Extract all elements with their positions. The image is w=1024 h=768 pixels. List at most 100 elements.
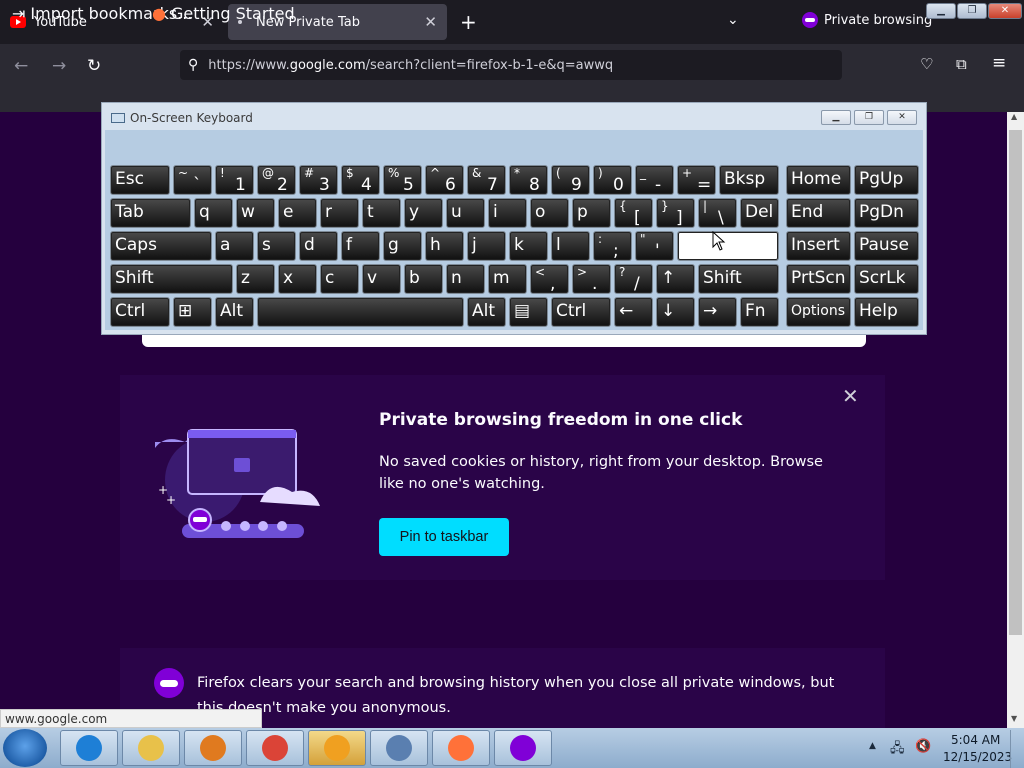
key-caps[interactable]: Caps	[110, 231, 212, 261]
key-help[interactable]: Help	[854, 297, 919, 327]
key-ctrl[interactable]: Ctrl	[551, 297, 611, 327]
key-8[interactable]: * 8	[509, 165, 548, 195]
key-sym[interactable]: ? /	[614, 264, 653, 294]
osk-restore-button[interactable]: ❐	[854, 110, 884, 125]
key-sym[interactable]: _ -	[635, 165, 674, 195]
key-space[interactable]	[257, 297, 464, 327]
pin-to-taskbar-button[interactable]: Pin to taskbar	[379, 518, 509, 556]
key-home[interactable]: Home	[786, 165, 851, 195]
key-prtscn[interactable]: PrtScn	[786, 264, 851, 294]
key-r[interactable]: r	[320, 198, 359, 228]
key-y[interactable]: y	[404, 198, 443, 228]
taskbar-file-explorer-icon[interactable]	[122, 730, 180, 766]
window-minimize-button[interactable]: ▁	[926, 3, 956, 19]
show-desktop-button[interactable]	[1010, 730, 1024, 768]
key-alt[interactable]: Alt	[215, 297, 254, 327]
key-p[interactable]: p	[572, 198, 611, 228]
show-hidden-icons-arrow-icon[interactable]: ▲	[869, 741, 876, 751]
key-k[interactable]: k	[509, 231, 548, 261]
key-alt[interactable]: Alt	[467, 297, 506, 327]
key-s[interactable]: s	[257, 231, 296, 261]
key-sym[interactable]: ~ `	[173, 165, 212, 195]
taskbar-firefox-private-icon[interactable]	[494, 730, 552, 766]
key-insert[interactable]: Insert	[786, 231, 851, 261]
key-pause[interactable]: Pause	[854, 231, 919, 261]
key-sym[interactable]: | \	[698, 198, 737, 228]
key-f[interactable]: f	[341, 231, 380, 261]
key-0[interactable]: ) 0	[593, 165, 632, 195]
key-tab[interactable]: Tab	[110, 198, 191, 228]
key-sym[interactable]: }]	[656, 198, 695, 228]
key-sym[interactable]: " '	[635, 231, 674, 261]
forward-arrow-icon[interactable]: →	[52, 56, 66, 76]
key-sym[interactable]: + =	[677, 165, 716, 195]
key-bksp[interactable]: Bksp	[719, 165, 779, 195]
key-m[interactable]: m	[488, 264, 527, 294]
close-tab-icon[interactable]: ✕	[424, 13, 437, 31]
key-sym[interactable]: {[	[614, 198, 653, 228]
key-win[interactable]: ⊞	[173, 297, 212, 327]
key-5[interactable]: % 5	[383, 165, 422, 195]
key-l[interactable]: l	[551, 231, 590, 261]
key-scrlk[interactable]: ScrLk	[854, 264, 919, 294]
osk-close-button[interactable]: ✕	[887, 110, 917, 125]
key-c[interactable]: c	[320, 264, 359, 294]
key-sym[interactable]: >.	[572, 264, 611, 294]
key-d[interactable]: d	[299, 231, 338, 261]
key-j[interactable]: j	[467, 231, 506, 261]
key-3[interactable]: #3	[299, 165, 338, 195]
key-sym[interactable]: ↑	[656, 264, 695, 294]
taskbar-on-screen-keyboard-icon[interactable]	[370, 730, 428, 766]
taskbar-firefox-icon[interactable]	[432, 730, 490, 766]
address-bar[interactable]: ⚲ https://www. google.com/search?client=f…	[180, 50, 842, 80]
key-x[interactable]: x	[278, 264, 317, 294]
taskbar-media-player-icon[interactable]	[184, 730, 242, 766]
key-g[interactable]: g	[383, 231, 422, 261]
key-7[interactable]: & 7	[467, 165, 506, 195]
key-e[interactable]: e	[278, 198, 317, 228]
key-4[interactable]: $4	[341, 165, 380, 195]
key-1[interactable]: ! 1	[215, 165, 254, 195]
key-pgup[interactable]: PgUp	[854, 165, 919, 195]
key-h[interactable]: h	[425, 231, 464, 261]
key-del[interactable]: Del	[740, 198, 779, 228]
promo-close-icon[interactable]: ✕	[842, 384, 859, 408]
list-all-tabs-chevron-icon[interactable]: ⌄	[727, 12, 739, 28]
key-u[interactable]: u	[446, 198, 485, 228]
key-b[interactable]: b	[404, 264, 443, 294]
key-pgdn[interactable]: PgDn	[854, 198, 919, 228]
key-sym[interactable]: <,	[530, 264, 569, 294]
key-fn[interactable]: Fn	[740, 297, 779, 327]
scrollbar-thumb[interactable]	[1009, 130, 1022, 635]
key-enter[interactable]	[677, 231, 779, 261]
key-menu[interactable]: ▤	[509, 297, 548, 327]
window-close-button[interactable]: ✕	[988, 3, 1022, 19]
key-2[interactable]: @2	[257, 165, 296, 195]
key-shift[interactable]: Shift	[698, 264, 779, 294]
key-shift[interactable]: Shift	[110, 264, 233, 294]
key-n[interactable]: n	[446, 264, 485, 294]
reload-icon[interactable]: ↻	[87, 56, 101, 76]
clock-time[interactable]: 5:04 AM	[951, 733, 1000, 747]
key-sym[interactable]: :;	[593, 231, 632, 261]
key-sym[interactable]: ←	[614, 297, 653, 327]
clock-date[interactable]: 12/15/2023	[943, 750, 1012, 764]
key-z[interactable]: z	[236, 264, 275, 294]
key-w[interactable]: w	[236, 198, 275, 228]
key-q[interactable]: q	[194, 198, 233, 228]
hamburger-menu-icon[interactable]: ≡	[992, 53, 1006, 73]
key-9[interactable]: (9	[551, 165, 590, 195]
taskbar-chrome-icon[interactable]	[246, 730, 304, 766]
volume-muted-icon[interactable]: 🔇	[915, 739, 931, 754]
key-t[interactable]: t	[362, 198, 401, 228]
taskbar-search-icon[interactable]	[308, 730, 366, 766]
key-sym[interactable]: ↓	[656, 297, 695, 327]
window-maximize-button[interactable]: ❐	[957, 3, 987, 19]
back-arrow-icon[interactable]: ←	[14, 56, 28, 76]
key-v[interactable]: v	[362, 264, 401, 294]
key-options[interactable]: Options	[786, 297, 851, 327]
key-sym[interactable]: →	[698, 297, 737, 327]
new-tab-button[interactable]: +	[460, 12, 477, 32]
osk-minimize-button[interactable]: ▁	[821, 110, 851, 125]
key-a[interactable]: a	[215, 231, 254, 261]
